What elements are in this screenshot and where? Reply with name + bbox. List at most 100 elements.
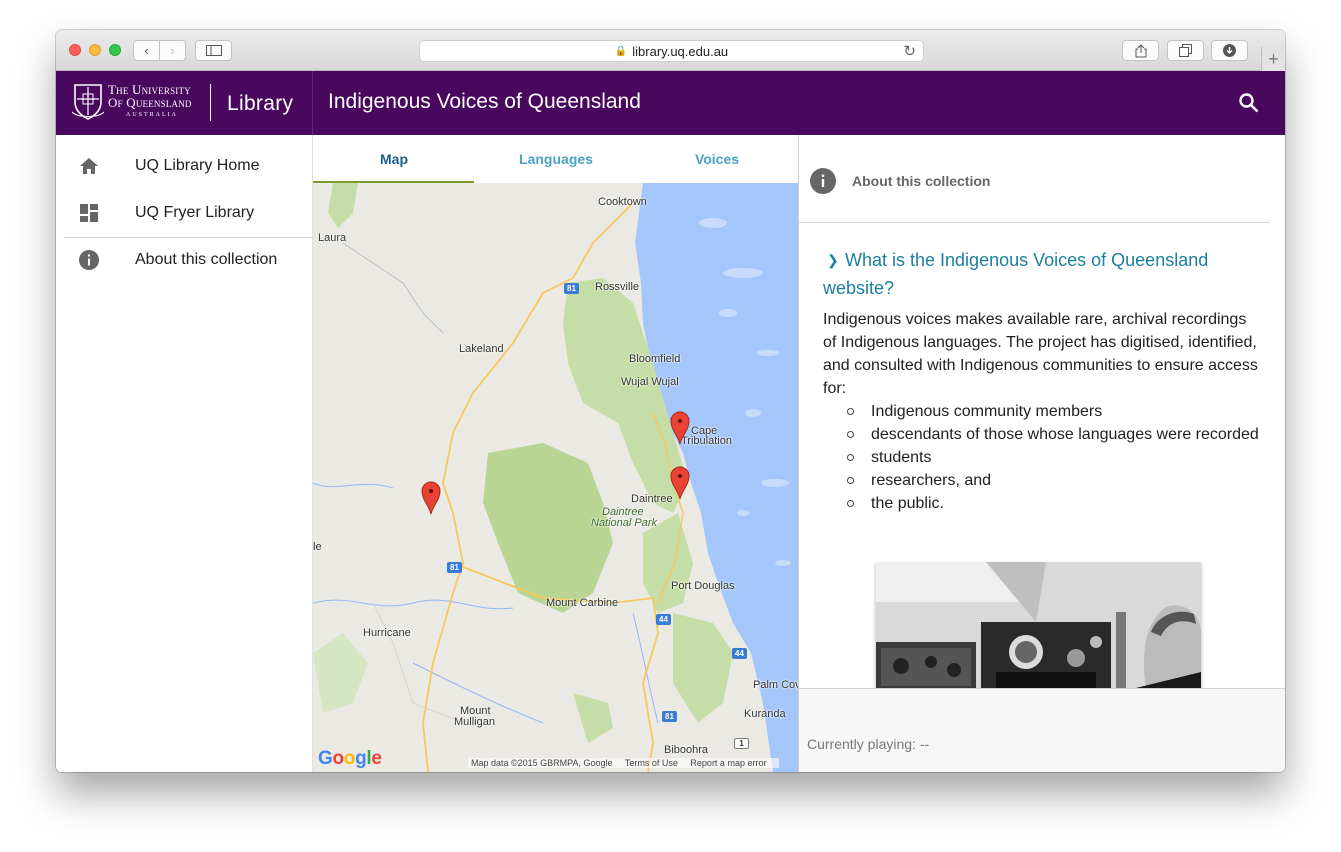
map-attribution: Map data ©2015 GBRMPA, Google Terms of U…	[468, 758, 780, 768]
map-data-credit: Map data ©2015 GBRMPA, Google	[471, 758, 613, 768]
info-panel-header: About this collection	[799, 135, 1270, 223]
sidebar-icon	[205, 45, 222, 56]
chevron-left-icon: ‹	[144, 43, 149, 58]
download-icon	[1223, 44, 1236, 57]
faq-question-text: What is the Indigenous Voices of Queensl…	[823, 250, 1209, 298]
map-place-label: Palm Cov	[753, 679, 798, 691]
nav-item-fryer-library[interactable]: UQ Fryer Library	[56, 190, 313, 236]
back-button[interactable]: ‹	[133, 40, 160, 61]
list-item: students	[847, 446, 1263, 469]
logo-divider	[210, 84, 211, 121]
tab-voices[interactable]: Voices	[636, 135, 798, 183]
show-tabs-button[interactable]	[1167, 40, 1204, 61]
address-bar[interactable]: 🔒 library.uq.edu.au ↻	[419, 40, 924, 62]
road-shield: 81	[564, 283, 579, 294]
road-shield: 81	[447, 562, 462, 573]
nav-item-label: UQ Fryer Library	[135, 204, 255, 221]
nav-item-label: About this collection	[135, 251, 278, 268]
chevron-right-icon: ›	[170, 43, 175, 58]
sidebar-toggle-button[interactable]	[195, 40, 232, 61]
map-place-label: Mulligan	[454, 716, 495, 728]
home-icon	[80, 158, 98, 174]
terms-of-use-link[interactable]: Terms of Use	[625, 758, 678, 768]
google-logo[interactable]: Google	[318, 748, 382, 770]
map-place-label: Bloomfield	[629, 353, 681, 365]
plus-icon: +	[1268, 48, 1279, 69]
map-place-label: le	[313, 541, 322, 553]
now-playing-status: Currently playing: --	[807, 736, 930, 752]
tab-map[interactable]: Map	[313, 135, 475, 183]
browser-toolbar: ‹ › 🔒 library.uq.edu.au ↻ +	[56, 30, 1285, 71]
forward-button[interactable]: ›	[159, 40, 186, 61]
info-panel-title: About this collection	[852, 173, 991, 189]
browser-window: ‹ › 🔒 library.uq.edu.au ↻ + The Universi…	[56, 30, 1285, 772]
list-item: researchers, and	[847, 469, 1263, 492]
university-name: The University Of Queensland	[108, 83, 192, 109]
info-icon	[810, 168, 836, 194]
search-icon[interactable]	[1238, 92, 1260, 114]
tabs-icon	[1179, 44, 1192, 57]
page-title: Indigenous Voices of Queensland	[328, 90, 641, 113]
nav-item-about-collection[interactable]: About this collection	[56, 237, 313, 283]
faq-section: ❯ What is the Indigenous Voices of Queens…	[823, 247, 1263, 515]
map-marker-icon[interactable]	[670, 411, 690, 445]
uq-logo[interactable]: The University Of Queensland AUSTRALIA L…	[56, 71, 313, 135]
share-icon	[1135, 43, 1146, 57]
map-marker-icon[interactable]	[421, 481, 441, 515]
road-shield: 44	[656, 614, 671, 625]
info-icon	[79, 250, 99, 270]
new-tab-button[interactable]: +	[1261, 47, 1285, 71]
map-place-label: Laura	[318, 232, 347, 244]
road-shield: 1	[734, 738, 749, 749]
map-place-label: Lakeland	[459, 343, 504, 355]
info-panel: About this collection ❯ What is the Indig…	[798, 135, 1285, 772]
address-url: library.uq.edu.au	[632, 43, 729, 59]
side-navigation: UQ Library Home UQ Fryer Library About t…	[56, 135, 313, 772]
map-park-label: National Park	[591, 517, 658, 529]
map-place-label: Kuranda	[744, 708, 786, 720]
archival-photo	[876, 562, 1201, 688]
map-place-label: Rossville	[595, 281, 640, 293]
uq-crest-icon	[72, 84, 104, 120]
list-item: the public.	[847, 492, 1263, 515]
chevron-down-icon: ❯	[827, 252, 839, 268]
audience-list: Indigenous community members descendants…	[847, 400, 1263, 515]
map-place-label: Daintree	[631, 493, 673, 505]
road-shield: 44	[732, 648, 747, 659]
map-view[interactable]: Cooktown Laura Rossville Lakeland Bloomf…	[313, 183, 798, 772]
road-shield: 81	[662, 711, 677, 722]
minimize-window-button[interactable]	[89, 44, 101, 56]
dashboard-icon	[80, 204, 98, 222]
map-place-label: Hurricane	[363, 627, 411, 639]
map-place-label: Mount Carbine	[546, 597, 619, 609]
zoom-window-button[interactable]	[109, 44, 121, 56]
share-button[interactable]	[1122, 40, 1159, 61]
report-map-error-link[interactable]: Report a map error	[690, 758, 766, 768]
map-marker-icon[interactable]	[670, 466, 690, 500]
map-place-label: Port Douglas	[671, 580, 735, 592]
tab-languages[interactable]: Languages	[475, 135, 637, 183]
map-section: Map Languages Voices Cooktown Laura Ross…	[313, 135, 798, 772]
nav-item-label: UQ Library Home	[135, 157, 260, 174]
list-item: descendants of those whose languages wer…	[847, 423, 1263, 446]
audio-player-bar: Currently playing: --	[799, 688, 1285, 772]
google-logo-text: Google	[318, 748, 382, 769]
tab-bar: Map Languages Voices	[313, 135, 798, 183]
reload-icon[interactable]: ↻	[903, 42, 916, 60]
faq-question[interactable]: ❯ What is the Indigenous Voices of Queens…	[823, 247, 1263, 302]
map-place-label: Biboohra	[664, 744, 709, 756]
close-window-button[interactable]	[69, 44, 81, 56]
lock-icon: 🔒	[614, 45, 628, 57]
university-country: AUSTRALIA	[126, 112, 178, 118]
faq-answer: Indigenous voices makes available rare, …	[823, 311, 1258, 397]
map-place-label: Wujal Wujal	[621, 376, 679, 388]
university-name-line2: Of Queensland	[108, 95, 192, 110]
downloads-button[interactable]	[1211, 40, 1248, 61]
nav-item-library-home[interactable]: UQ Library Home	[56, 143, 313, 189]
list-item: Indigenous community members	[847, 400, 1263, 423]
library-wordmark: Library	[227, 92, 294, 115]
app-header: The University Of Queensland AUSTRALIA L…	[56, 71, 1285, 135]
recording-equipment-image	[876, 562, 1201, 688]
map-place-label: Cooktown	[598, 196, 647, 208]
map-canvas	[313, 183, 798, 772]
